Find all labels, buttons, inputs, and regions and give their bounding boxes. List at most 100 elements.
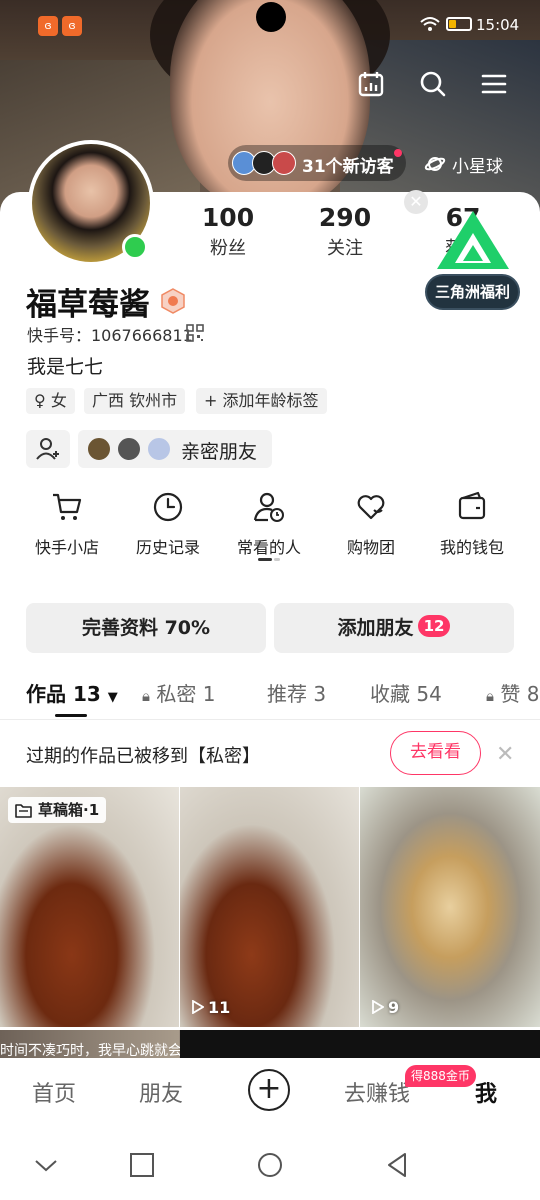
- video-thumbnail-draft[interactable]: 草稿箱·1: [0, 787, 179, 1027]
- cart-icon: [53, 493, 82, 520]
- caret-down-icon: ▼: [107, 690, 118, 705]
- wifi-icon: [420, 17, 440, 31]
- chevron-down-icon[interactable]: [33, 1152, 59, 1178]
- create-post-button[interactable]: +: [248, 1069, 290, 1111]
- next-row-thumbnails[interactable]: 时间不凑巧时，我早心跳就会: [0, 1030, 540, 1060]
- clock-time: 15:04: [476, 16, 520, 34]
- tab-likes[interactable]: 🔒︎ 赞 8: [486, 678, 539, 707]
- tab-favorites[interactable]: 收藏 54: [370, 678, 442, 707]
- video-thumbnail[interactable]: 时间不凑巧时，我早心跳就会: [0, 1030, 182, 1060]
- location-tag[interactable]: 广西 钦州市: [84, 388, 186, 414]
- close-friends-label: 亲密朋友: [181, 441, 258, 463]
- tool-shop[interactable]: 快手小店: [17, 490, 117, 558]
- following-label: 关注: [327, 238, 363, 259]
- gender-label: 女: [50, 391, 67, 410]
- bilibili-icon: ɞ: [38, 16, 58, 36]
- friend-avatar: [86, 436, 112, 462]
- add-friend-button[interactable]: [26, 430, 70, 468]
- earn-coin-badge: 得888金币: [405, 1065, 476, 1087]
- tab-likes-label: 赞 8: [500, 682, 540, 706]
- stat-following[interactable]: 290 关注: [300, 203, 390, 260]
- kuaishou-id[interactable]: 快手号：1067666811: [27, 322, 193, 346]
- front-camera: [256, 2, 286, 32]
- status-bar: ɞ ɞ 15:04: [0, 0, 540, 50]
- followers-count: 100: [201, 203, 255, 232]
- battery-icon: [446, 17, 472, 31]
- lock-icon: 🔒︎: [142, 687, 150, 705]
- calendar-icon[interactable]: [357, 70, 385, 98]
- play-count: 11: [192, 998, 230, 1017]
- tool-shop-label: 快手小店: [34, 538, 99, 557]
- tab-recommend[interactable]: 推荐 3: [267, 678, 326, 707]
- tool-wallet-label: 我的钱包: [439, 538, 504, 557]
- profile-screen: ɞ ɞ 15:04 31个新访客 小星球 100 粉丝 290 关注 67 ✕ …: [0, 0, 540, 1200]
- nav-me[interactable]: 我: [475, 1076, 497, 1108]
- nav-home[interactable]: 首页: [32, 1076, 76, 1108]
- recents-square-icon[interactable]: [129, 1152, 155, 1178]
- expired-notice-text: 过期的作品已被移到【私密】: [26, 746, 260, 767]
- nav-friends[interactable]: 朋友: [139, 1076, 183, 1108]
- profile-name: 福草莓酱: [26, 287, 150, 323]
- complete-profile-button[interactable]: 完善资料 70%: [26, 603, 266, 653]
- tool-frequent-people[interactable]: 常看的人: [219, 490, 319, 558]
- followers-label: 粉丝: [210, 238, 246, 259]
- female-icon: ♀: [34, 391, 46, 410]
- nav-earn[interactable]: 去赚钱: [344, 1076, 410, 1108]
- tool-frequent-label: 常看的人: [236, 538, 301, 557]
- search-icon[interactable]: [419, 70, 447, 98]
- play-count: 9: [372, 998, 399, 1017]
- tool-wallet[interactable]: 我的钱包: [422, 490, 522, 558]
- bottom-nav: 首页 朋友 + 去赚钱 得888金币 我: [0, 1058, 540, 1122]
- friend-request-badge: 12: [417, 615, 451, 637]
- plus-icon: +: [204, 391, 218, 410]
- close-icon[interactable]: ✕: [496, 742, 514, 767]
- lock-icon: 🔒︎: [486, 687, 494, 705]
- new-visitors-label: 31个新访客: [302, 157, 394, 177]
- tab-private[interactable]: 🔒︎ 私密 1: [142, 678, 215, 707]
- bilibili-icon: ɞ: [62, 16, 82, 36]
- back-triangle-icon[interactable]: [385, 1152, 411, 1178]
- level-badge-icon[interactable]: [160, 288, 186, 314]
- video-thumbnail[interactable]: 11: [180, 787, 359, 1027]
- go-see-button[interactable]: 去看看: [390, 731, 481, 775]
- visitor-avatar: [272, 151, 296, 175]
- tabs-divider: [0, 719, 540, 720]
- friend-avatar: [146, 436, 172, 462]
- drafts-badge[interactable]: 草稿箱·1: [8, 797, 107, 823]
- play-icon: [192, 999, 205, 1015]
- profile-bio: 我是七七: [27, 356, 104, 378]
- new-visitors-button[interactable]: 31个新访客: [228, 145, 406, 181]
- online-status-dot: [122, 234, 148, 260]
- tool-group-buy[interactable]: 购物团: [321, 490, 421, 558]
- drafts-label: 草稿箱·1: [38, 801, 100, 819]
- add-friends-button[interactable]: 添加朋友 12: [274, 603, 514, 653]
- delta-logo-icon: [437, 211, 509, 269]
- play-count-value: 11: [208, 998, 231, 1017]
- content-tabs: 作品 13 ▼ 🔒︎ 私密 1 推荐 3 收藏 54 🔒︎ 赞 8: [0, 670, 540, 720]
- system-nav-bar: [0, 1122, 540, 1200]
- gender-tag[interactable]: ♀ 女: [26, 388, 75, 414]
- tools-page-indicator: [258, 558, 282, 561]
- video-thumbnail[interactable]: [180, 1030, 540, 1060]
- play-count-value: 9: [388, 998, 400, 1017]
- home-circle-icon[interactable]: [257, 1152, 283, 1178]
- tool-history[interactable]: 历史记录: [118, 490, 218, 558]
- clock-icon: [153, 492, 183, 522]
- person-add-icon: [36, 438, 59, 460]
- wallet-icon: [458, 491, 486, 520]
- video-thumbnail[interactable]: 9: [360, 787, 540, 1027]
- promo-widget[interactable]: 三角洲福利: [425, 205, 520, 310]
- tab-private-label: 私密 1: [156, 682, 216, 706]
- promo-label: 三角洲福利: [425, 274, 520, 310]
- add-age-tag[interactable]: + 添加年龄标签: [196, 388, 327, 414]
- stat-followers[interactable]: 100 粉丝: [183, 203, 273, 260]
- folder-icon: [15, 804, 32, 818]
- close-friends-button[interactable]: 亲密朋友: [78, 430, 272, 468]
- heart-bag-icon: [357, 495, 385, 520]
- tab-works[interactable]: 作品 13 ▼: [26, 678, 118, 707]
- menu-icon[interactable]: [480, 70, 508, 98]
- thumbnail-caption: 时间不凑巧时，我早心跳就会: [0, 1043, 182, 1059]
- qr-code-icon[interactable]: [186, 324, 204, 342]
- add-age-label: 添加年龄标签: [222, 391, 319, 410]
- tool-group-buy-label: 购物团: [346, 538, 395, 557]
